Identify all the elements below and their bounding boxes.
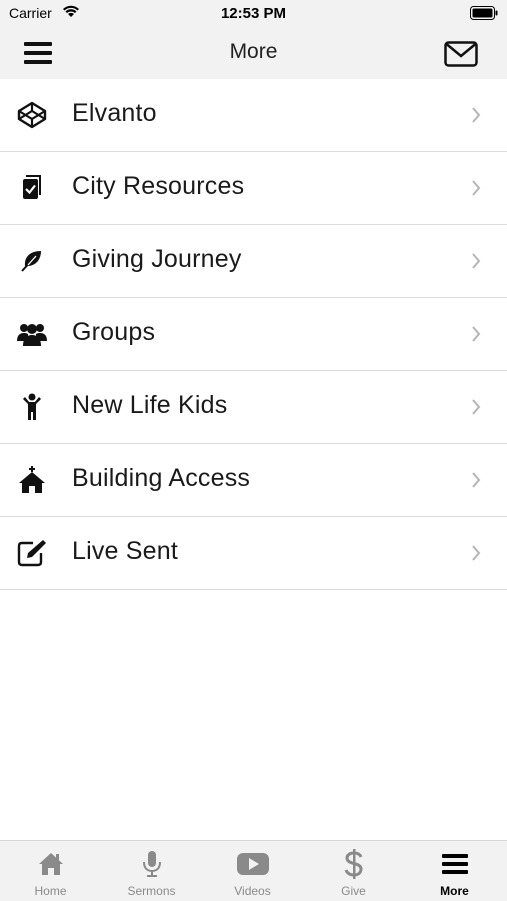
chevron-right-icon	[470, 470, 482, 495]
tab-give[interactable]: Give	[303, 841, 404, 901]
page-title: More	[229, 40, 278, 63]
list-item-elvanto[interactable]: Elvanto	[0, 79, 507, 152]
list-item-new-life-kids[interactable]: New Life Kids	[0, 371, 507, 444]
status-bar: Carrier 12:53 PM	[0, 0, 507, 28]
youtube-play-icon	[202, 849, 303, 879]
chevron-right-icon	[470, 251, 482, 276]
list-item-label: Groups	[72, 318, 156, 346]
tab-label: Give	[341, 884, 366, 898]
tab-home[interactable]: Home	[0, 841, 101, 901]
list-item-groups[interactable]: Groups	[0, 298, 507, 371]
navigation-bar: More	[0, 28, 507, 79]
codepen-cube-icon	[16, 101, 48, 129]
list-item-label: Giving Journey	[72, 245, 242, 273]
dollar-icon	[303, 849, 404, 879]
list-item-city-resources[interactable]: City Resources	[0, 152, 507, 225]
list-item-label: Building Access	[72, 464, 251, 492]
battery-icon	[470, 6, 498, 25]
list-item-building-access[interactable]: Building Access	[0, 444, 507, 517]
tab-label: Sermons	[127, 884, 176, 898]
home-icon	[0, 849, 101, 879]
tab-label: Videos	[234, 884, 271, 898]
list-item-live-sent[interactable]: Live Sent	[0, 517, 507, 590]
church-icon	[16, 466, 48, 494]
list-item-label: New Life Kids	[72, 391, 228, 419]
users-group-icon	[16, 320, 48, 348]
list-item-label: City Resources	[72, 172, 245, 200]
tab-label: More	[440, 884, 469, 898]
tab-bar: Home Sermons Videos Give More	[0, 840, 507, 901]
list-item-label: Live Sent	[72, 537, 179, 565]
child-icon	[16, 393, 48, 421]
chevron-right-icon	[470, 324, 482, 349]
list-item-giving-journey[interactable]: Giving Journey	[0, 225, 507, 298]
leaf-icon	[16, 247, 48, 275]
more-menu-list: Elvanto City Resources Giving Journey Gr…	[0, 79, 507, 590]
status-time: 12:53 PM	[220, 5, 287, 22]
tab-more[interactable]: More	[404, 841, 505, 901]
envelope-icon	[444, 41, 478, 67]
microphone-icon	[101, 849, 202, 879]
hamburger-icon	[404, 849, 505, 879]
clipboard-check-icon	[16, 174, 48, 202]
chevron-right-icon	[470, 178, 482, 203]
mail-button[interactable]	[444, 41, 478, 67]
tab-sermons[interactable]: Sermons	[101, 841, 202, 901]
edit-pencil-icon	[16, 539, 48, 567]
chevron-right-icon	[470, 105, 482, 130]
chevron-right-icon	[470, 397, 482, 422]
tab-label: Home	[34, 884, 67, 898]
tab-videos[interactable]: Videos	[202, 841, 303, 901]
list-item-label: Elvanto	[72, 99, 157, 127]
chevron-right-icon	[470, 543, 482, 568]
